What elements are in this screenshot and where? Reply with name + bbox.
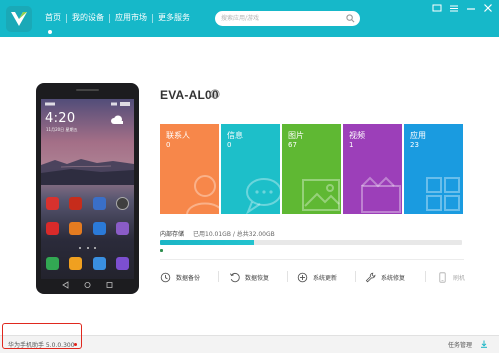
app-grid-row-1	[46, 197, 129, 210]
message-icon	[246, 178, 280, 214]
active-nav-indicator	[48, 30, 52, 34]
tile-count: 0	[227, 141, 232, 149]
search-input[interactable]	[221, 14, 341, 23]
app-header: 首页 我的设备 应用市场 更多服务	[0, 0, 499, 37]
menu-icon[interactable]	[447, 2, 461, 14]
image-icon	[302, 179, 340, 211]
phone-clock: 4:20	[45, 111, 76, 126]
phone-app-icon	[115, 222, 129, 235]
phone-screen: 4:20 11月20日 星期五	[41, 99, 134, 279]
action-label: 数据恢复	[245, 274, 270, 282]
phone-dialer-icon	[46, 257, 59, 270]
apps-icon	[426, 177, 460, 211]
system-update-button[interactable]: 系统更新	[297, 270, 337, 284]
backup-button[interactable]: 数据备份	[160, 270, 200, 284]
tile-label: 应用	[410, 131, 426, 140]
phone-camera-app-icon	[115, 197, 129, 210]
phone-app-icon	[92, 222, 106, 235]
weather-cloud-icon	[111, 115, 123, 124]
backup-clock-icon	[160, 272, 171, 282]
phone-app-icon	[92, 197, 106, 210]
phone-preview: 4:20 11月20日 星期五	[36, 83, 139, 294]
version-highlight-annotation	[2, 323, 82, 349]
storage-progress-bar	[160, 240, 462, 245]
phone-app-icon	[46, 222, 59, 235]
video-icon	[361, 176, 401, 213]
phone-contacts-icon	[69, 257, 83, 270]
nav-home[interactable]: 首页	[40, 13, 66, 23]
action-separator	[355, 271, 356, 282]
nav-app-market[interactable]: 应用市场	[110, 13, 152, 23]
download-arrow-icon[interactable]	[480, 340, 488, 348]
storage-progress-fill	[160, 240, 254, 245]
close-icon[interactable]	[481, 2, 495, 14]
tile-apps[interactable]: 应用 23	[404, 124, 463, 214]
repair-wrench-icon	[365, 272, 376, 282]
tile-messages[interactable]: 信息 0	[221, 124, 280, 214]
storage-detail: 已用10.01GB / 总共32.00GB	[193, 231, 275, 238]
action-label: 数据备份	[176, 274, 201, 282]
contacts-icon	[186, 175, 219, 214]
phone-messages-icon	[92, 257, 106, 270]
action-separator	[425, 271, 426, 282]
task-manager-link[interactable]: 任务管理	[448, 340, 472, 349]
phone-earpiece	[76, 89, 99, 91]
device-info-icon[interactable]	[210, 89, 220, 99]
phone-date: 11月20日 星期五	[46, 127, 78, 132]
wallpaper-landscape	[41, 159, 134, 185]
tile-label: 联系人	[166, 131, 190, 140]
search-box	[215, 11, 360, 26]
action-label: 刷机	[453, 274, 466, 282]
tile-images[interactable]: 图片 67	[282, 124, 341, 214]
minimize-to-tray-icon[interactable]	[430, 2, 444, 14]
tile-label: 视频	[349, 131, 365, 140]
minimize-icon[interactable]	[464, 2, 478, 14]
restore-button[interactable]: 数据恢复	[229, 270, 269, 284]
storage-marker	[160, 249, 163, 252]
tile-count: 0	[166, 141, 171, 149]
action-separator	[218, 271, 219, 282]
app-grid-row-2	[46, 222, 129, 235]
phone-dock	[46, 257, 129, 270]
tile-label: 图片	[288, 131, 304, 140]
phone-app-icon	[69, 197, 83, 210]
tile-count: 23	[410, 141, 419, 149]
page-indicator	[79, 247, 96, 250]
phone-app-icon	[69, 222, 83, 235]
system-repair-button[interactable]: 系统修复	[365, 270, 405, 284]
divider	[160, 259, 464, 260]
tile-label: 信息	[227, 131, 243, 140]
tile-count: 67	[288, 141, 297, 149]
restore-icon	[230, 272, 240, 282]
search-icon[interactable]	[346, 14, 355, 23]
phone-nav-buttons	[62, 281, 113, 289]
action-label: 系统更新	[313, 274, 338, 282]
phone-browser-icon	[115, 257, 129, 270]
tile-videos[interactable]: 视频 1	[343, 124, 402, 214]
nav-more-services[interactable]: 更多服务	[153, 13, 195, 23]
update-icon	[297, 272, 308, 282]
phone-app-icon	[46, 197, 59, 210]
action-label: 系统修复	[381, 274, 406, 282]
tile-contacts[interactable]: 联系人 0	[160, 124, 219, 214]
flash-rom-button[interactable]: 刷机	[437, 270, 465, 284]
nav-my-devices[interactable]: 我的设备	[67, 13, 109, 23]
flash-phone-icon	[439, 271, 446, 283]
storage-label: 内部存储	[160, 231, 185, 238]
tile-count: 1	[349, 141, 354, 149]
action-separator	[287, 271, 288, 282]
main-nav: 首页 我的设备 应用市场 更多服务	[40, 13, 195, 23]
phone-status-bar	[45, 102, 130, 106]
app-logo-icon	[6, 6, 32, 32]
